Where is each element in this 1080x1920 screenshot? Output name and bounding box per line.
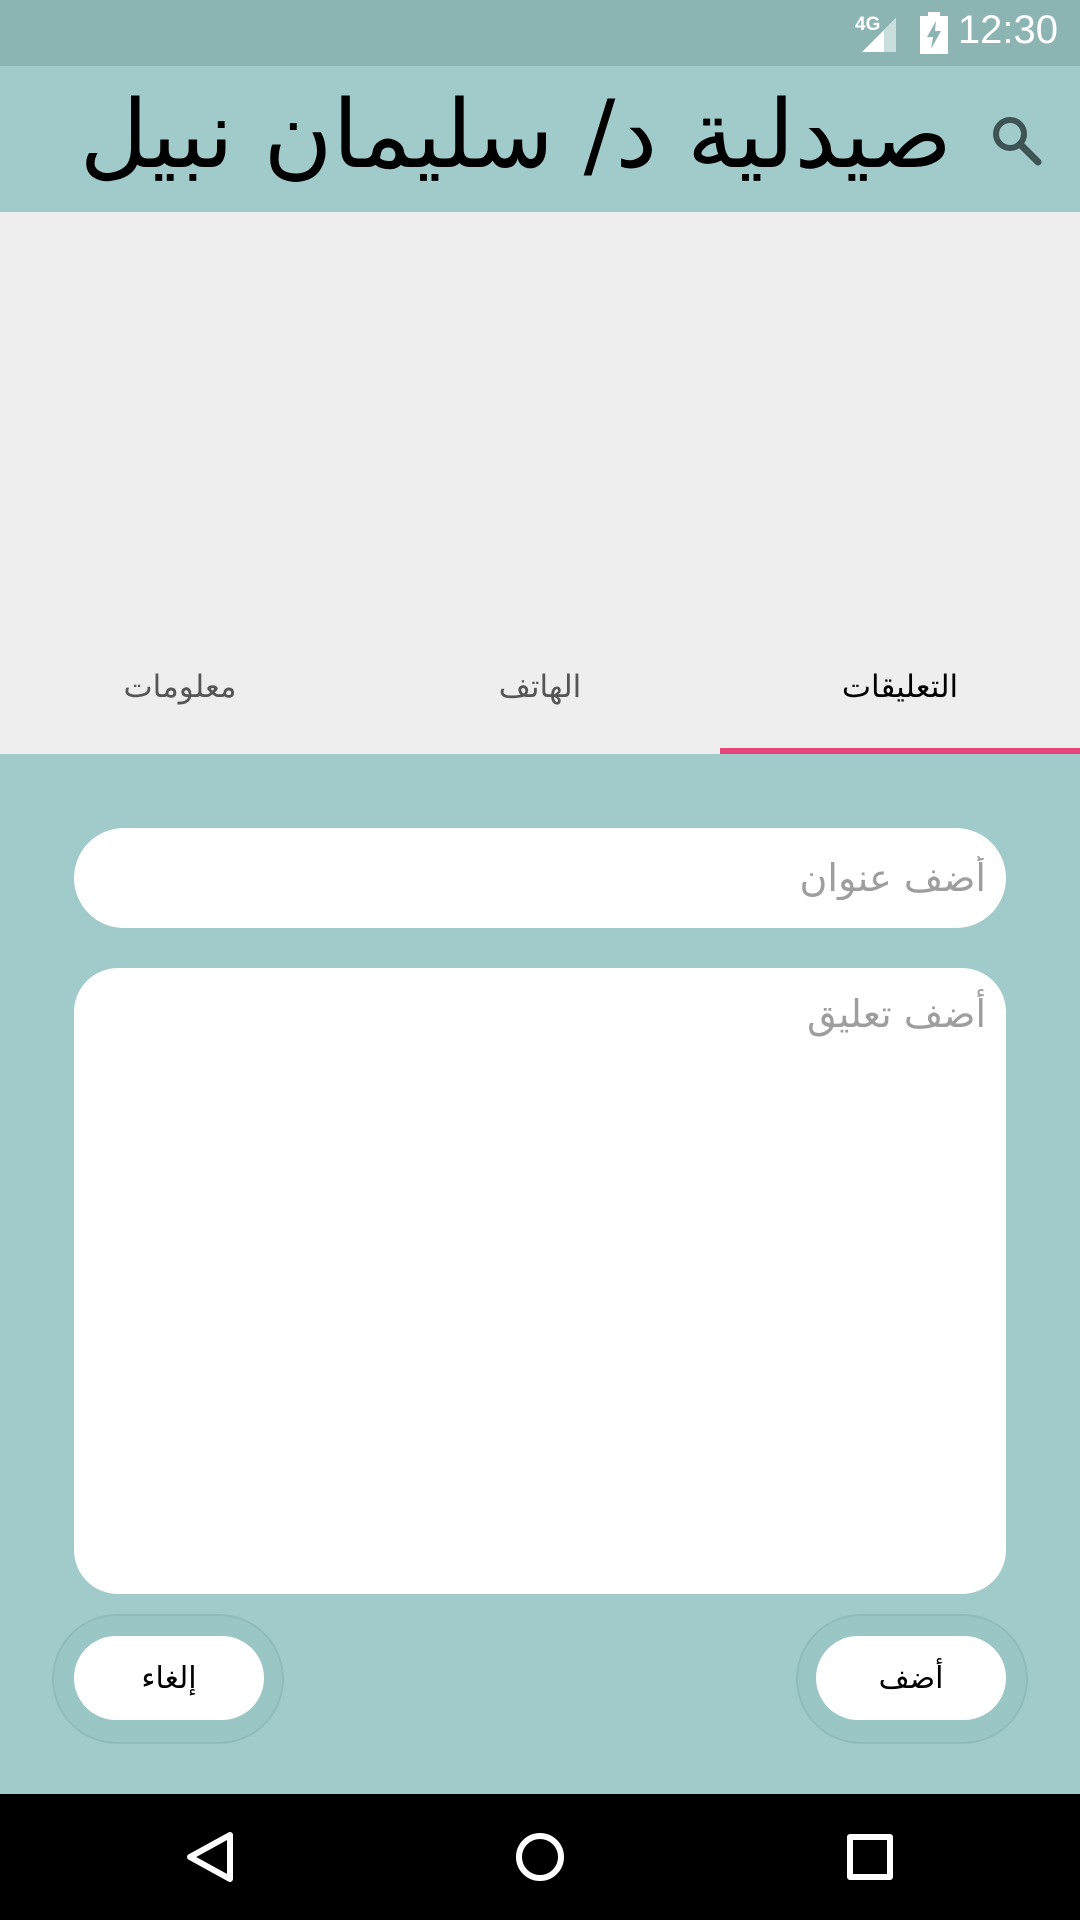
tab-info[interactable]: معلومات	[0, 620, 360, 754]
signal-icon	[862, 18, 896, 52]
recents-button[interactable]	[830, 1822, 910, 1892]
status-bar: 4G 12:30	[0, 0, 1080, 66]
home-button[interactable]	[500, 1822, 580, 1892]
tab-comments[interactable]: التعليقات	[720, 620, 1080, 754]
home-circle-icon	[516, 1833, 564, 1881]
recents-square-icon	[847, 1834, 893, 1880]
cancel-button[interactable]: إلغاء	[74, 1636, 264, 1720]
status-time: 12:30	[957, 8, 1058, 52]
app-bar: صيدلية د/ سليمان نبيل	[0, 66, 1080, 212]
navigation-bar	[0, 1794, 1080, 1920]
back-button[interactable]	[170, 1822, 250, 1892]
search-button[interactable]	[984, 108, 1048, 172]
comment-body-input[interactable]	[74, 968, 1006, 1594]
back-triangle-icon	[187, 1832, 233, 1882]
comment-form: إلغاء أضف	[0, 754, 1080, 1794]
battery-charging-icon	[920, 12, 948, 54]
comment-title-input[interactable]	[74, 828, 1006, 928]
add-button[interactable]: أضف	[816, 1636, 1006, 1720]
tab-bar: معلومات الهاتف التعليقات	[0, 620, 1080, 754]
search-icon	[993, 117, 1042, 166]
page-title: صيدلية د/ سليمان نبيل	[79, 81, 952, 190]
tab-phone[interactable]: الهاتف	[360, 620, 720, 754]
